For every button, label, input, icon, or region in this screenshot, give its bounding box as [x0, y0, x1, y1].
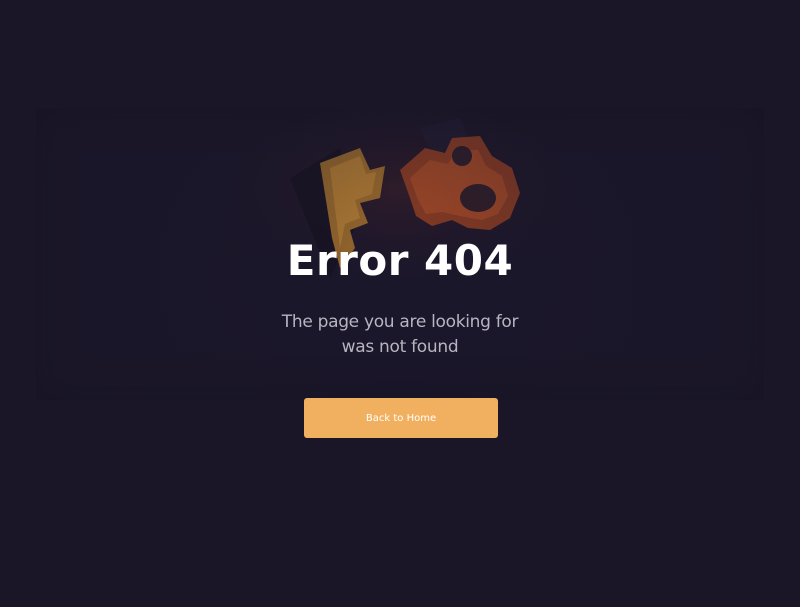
page-title: Error 404 — [286, 236, 514, 285]
back-to-home-button[interactable]: Back to Home — [304, 398, 498, 438]
error-message-line-2: was not found — [341, 337, 459, 357]
error-page: Error 404 The page you are looking for w… — [0, 0, 800, 607]
error-message: The page you are looking for was not fou… — [250, 310, 550, 360]
error-message-line-1: The page you are looking for — [281, 312, 519, 332]
